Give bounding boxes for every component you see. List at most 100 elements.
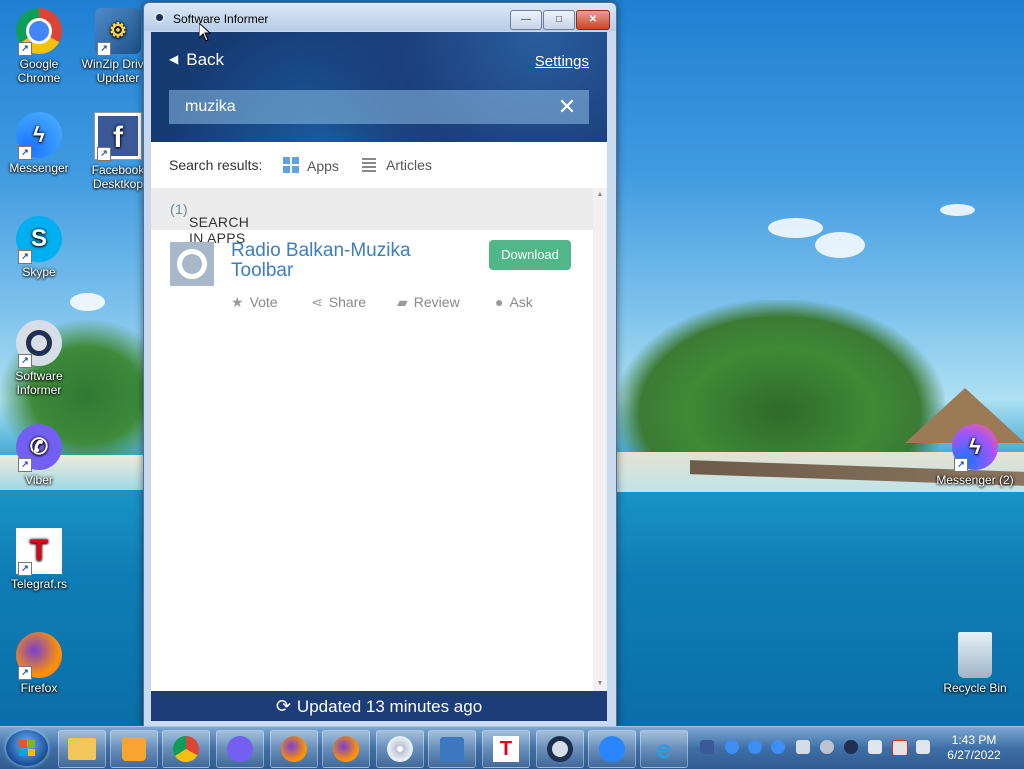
tab-articles[interactable]: Articles [362,157,432,175]
comments-icon: ▰ [397,294,408,310]
review-label: Review [413,294,460,310]
firefox-icon: ↗ [16,632,62,680]
chrome-icon [173,736,199,762]
usb-tray-icon[interactable] [796,740,810,754]
facebook-tray-icon[interactable] [700,740,714,754]
taskbar-explorer[interactable] [58,730,106,768]
desktop-icon-label: Telegraf.rs [10,577,68,591]
window-content: ◀ Back Settings ✕ Search results: Apps Ar… [151,32,607,721]
software-informer-icon: ↗ [16,320,62,368]
windows-logo-icon [19,740,35,756]
ask-label: Ask [509,294,533,310]
skype-tray-icon[interactable] [820,740,834,754]
messenger-tray-icon[interactable] [725,740,739,754]
software-informer-window: Software Informer — □ ✕ ◀ Back Settings ✕… [143,2,617,728]
back-label: Back [186,50,225,69]
vertical-scrollbar[interactable]: ▲ ▼ [593,188,607,691]
taskbar-internet-explorer[interactable]: e [640,730,688,768]
software-informer-tray-icon[interactable] [844,740,858,754]
messenger-tray-icon[interactable] [771,740,785,754]
taskbar: T e 1:43 PM 6/27/2022 [0,726,1024,769]
taskbar-firefox-2[interactable] [322,730,370,768]
section-count: (1) [170,201,189,217]
taskbar-telegraf[interactable]: T [482,730,530,768]
start-button[interactable] [6,730,48,766]
desktop-icon-messenger[interactable]: ϟ ↗ Messenger [0,112,79,175]
clear-search-icon[interactable]: ✕ [555,95,579,119]
speech-bubble-icon: ● [495,294,504,310]
close-button[interactable]: ✕ [576,10,610,30]
section-heading: SEARCH IN APPS (1) [151,188,607,246]
share-icon: ⋖ [311,294,323,310]
desktop-icon-firefox[interactable]: ↗ Firefox [0,632,79,695]
desktop-icon-label: Messenger [9,161,69,175]
winzip-driver-updater-icon [440,737,464,761]
share-button[interactable]: ⋖ Share [311,294,366,311]
clock-date: 6/27/2022 [947,748,1001,762]
app-header: ◀ Back Settings ✕ [151,32,607,142]
taskbar-disc-utility[interactable] [376,730,424,768]
desktop-icon-recycle-bin[interactable]: Recycle Bin [935,632,1015,695]
search-results-bar: Search results: Apps Articles [151,142,607,189]
desktop-icon-software-informer[interactable]: ↗ Software Informer [0,320,79,397]
results-scroll-area[interactable]: SEARCH IN APPS (1) Radio Balkan-Muzika T… [151,188,607,691]
desktop-icon-label: Software Informer [15,369,63,397]
disc-icon [387,736,413,762]
messenger-icon: ϟ ↗ [952,424,998,472]
action-center-tray-icon[interactable] [892,740,908,756]
window-titlebar[interactable]: Software Informer — □ ✕ [144,3,616,31]
search-box: ✕ [169,90,589,124]
desktop-icon-telegraf[interactable]: T ↗ Telegraf.rs [0,528,79,591]
facebook-icon: f ↗ [94,112,142,161]
settings-link[interactable]: Settings [535,53,589,70]
review-button[interactable]: ▰ Review [397,294,460,311]
desktop-icon-google-chrome[interactable]: ↗ Google Chrome [0,8,79,85]
desktop-icon-viber[interactable]: ✆ ↗ Viber [0,424,79,487]
chevron-left-icon: ◀ [169,52,179,66]
mouse-cursor-icon [199,23,211,42]
media-player-icon [122,737,146,761]
winzip-driver-updater-icon: ⚙ ↗ [95,8,141,56]
download-button[interactable]: Download [489,240,571,270]
taskbar-winzip-driver-updater[interactable] [428,730,476,768]
desktop-icon-label: Skype [22,265,56,279]
taskbar-media-player[interactable] [110,730,158,768]
desktop-icon-skype[interactable]: S ↗ Skype [0,216,79,279]
tab-apps-label: Apps [307,158,339,174]
app-title-link[interactable]: Radio Balkan-Muzika Toolbar [231,241,471,281]
vote-button[interactable]: ★ Vote [231,294,278,311]
messenger-icon: ϟ ↗ [16,112,62,160]
scroll-down-icon[interactable]: ▼ [593,677,607,691]
volume-tray-icon[interactable] [916,740,930,754]
window-title: Software Informer [173,12,269,26]
refresh-icon[interactable]: ⟳ [276,696,291,716]
tab-apps[interactable]: Apps [283,157,339,176]
desktop-icon-messenger-2[interactable]: ϟ ↗ Messenger (2) [935,424,1015,487]
search-input[interactable] [169,90,571,124]
vote-label: Vote [249,294,278,310]
internet-explorer-icon: e [656,734,672,764]
update-status-text: Updated 13 minutes ago [296,697,483,716]
minimize-button[interactable]: — [510,10,542,30]
taskbar-messenger[interactable] [588,730,636,768]
software-informer-icon [154,12,165,23]
back-button[interactable]: ◀ Back [169,50,224,70]
list-item: Radio Balkan-Muzika Toolbar Download ★ Vo… [151,230,607,325]
viber-icon [227,736,253,762]
taskbar-software-informer[interactable] [536,730,584,768]
network-tray-icon[interactable] [868,740,882,754]
firefox-icon [333,736,359,762]
software-informer-icon [547,736,573,762]
maximize-button[interactable]: □ [543,10,575,30]
taskbar-viber[interactable] [216,730,264,768]
taskbar-clock[interactable]: 1:43 PM 6/27/2022 [930,733,1018,763]
messenger-tray-icon[interactable] [748,740,762,754]
taskbar-firefox[interactable] [270,730,318,768]
taskbar-chrome[interactable] [162,730,210,768]
ask-button[interactable]: ● Ask [495,294,533,310]
chrome-icon: ↗ [16,8,62,56]
desktop-icon-label: Recycle Bin [943,681,1007,695]
grid-icon [283,157,299,176]
messenger-icon [599,736,625,762]
scroll-up-icon[interactable]: ▲ [593,188,607,202]
